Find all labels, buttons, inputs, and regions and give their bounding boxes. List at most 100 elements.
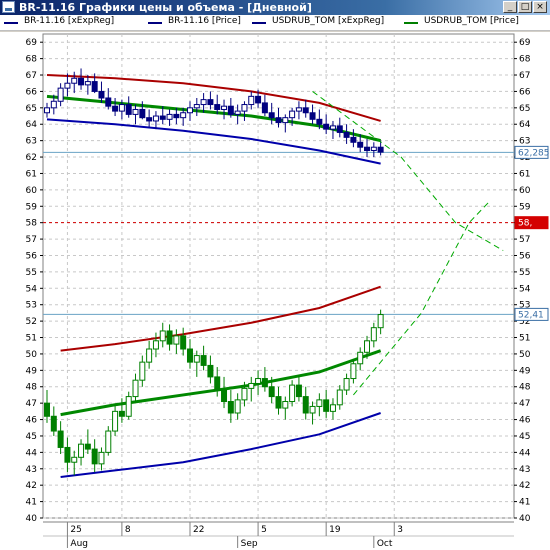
candle-body <box>227 401 234 414</box>
candle-body <box>166 330 173 345</box>
y-tick-label-left: 45 <box>26 432 37 442</box>
x-tick-label: 25 <box>70 525 81 535</box>
y-tick-label-left: 47 <box>26 399 37 409</box>
candle-body <box>370 146 377 151</box>
candle-body <box>357 141 364 148</box>
candle-body <box>118 104 125 112</box>
month-label: Sep <box>241 539 258 549</box>
candle-body <box>248 95 255 106</box>
candle-body <box>146 348 153 363</box>
candle-body <box>91 448 98 465</box>
chart-area[interactable]: 40 40 41 41 42 42 43 43 44 44 45 45 46 46 47 47 48 48 49 49… <box>0 32 550 550</box>
y-tick-label-right: 47 <box>519 399 530 409</box>
candle-body <box>57 87 64 102</box>
candle-body <box>343 378 350 391</box>
candle-body <box>105 430 112 453</box>
app-icon <box>2 1 15 13</box>
candle-body <box>364 340 371 353</box>
y-tick-label-left: 40 <box>26 514 38 524</box>
x-tick-label: 22 <box>193 525 204 535</box>
y-tick-label-right: 57 <box>519 235 530 245</box>
candle-body <box>64 82 71 89</box>
candle-body <box>118 410 125 417</box>
candle-body <box>173 113 180 119</box>
candle-body <box>139 108 146 119</box>
x-tick-label: 3 <box>397 525 403 535</box>
price-chart[interactable]: 40 40 41 41 42 42 43 43 44 44 45 45 46 46 47 47 48 48 49 49… <box>0 32 550 550</box>
y-tick-label-right: 50 <box>519 350 531 360</box>
candle-body <box>255 95 262 104</box>
candle-body <box>275 396 282 409</box>
title-bar: BR-11.16 Графики цены и объема - [Дневно… <box>0 0 550 15</box>
candle-body <box>159 115 166 120</box>
y-tick-label-left: 46 <box>26 416 38 426</box>
candle-body <box>91 81 98 92</box>
close-button[interactable]: × <box>533 1 547 13</box>
candle-body <box>180 335 187 350</box>
candle-body <box>336 389 343 406</box>
y-tick-label-left: 64 <box>26 120 38 130</box>
candle-body <box>248 382 255 389</box>
y-tick-label-right: 46 <box>519 416 531 426</box>
candle-body <box>261 378 268 388</box>
maximize-button[interactable]: □ <box>518 1 532 13</box>
candle-body <box>71 456 78 463</box>
y-tick-label-right: 67 <box>519 71 530 81</box>
y-tick-label-right: 65 <box>519 104 530 114</box>
y-tick-label-right: 51 <box>519 334 530 344</box>
y-tick-label-left: 50 <box>26 350 38 360</box>
y-tick-label-right: 56 <box>519 251 531 261</box>
y-tick-label-left: 55 <box>26 268 37 278</box>
candle-body <box>343 131 350 138</box>
y-tick-label-left: 52 <box>26 317 37 327</box>
y-tick-label-right: 44 <box>519 448 531 458</box>
price-tag-label: 62,285 <box>518 148 550 158</box>
candle-body <box>139 361 146 381</box>
candle-body <box>234 110 241 115</box>
candle-body <box>241 104 248 112</box>
price-tag-label: 58, <box>518 219 532 229</box>
y-tick-label-left: 69 <box>26 38 38 48</box>
candle-body <box>221 105 228 110</box>
y-tick-label-left: 42 <box>26 481 37 491</box>
y-tick-label-left: 60 <box>26 186 38 196</box>
price-tag-label: 52,41 <box>518 310 544 320</box>
y-tick-label-right: 64 <box>519 120 531 130</box>
candle-body <box>295 384 302 398</box>
candle-body <box>350 363 357 380</box>
y-tick-label-left: 56 <box>26 251 38 261</box>
candle-body <box>377 314 384 329</box>
candle-body <box>193 355 200 363</box>
candle-body <box>323 399 330 412</box>
candle-body <box>302 107 309 114</box>
candle-body <box>152 115 159 122</box>
candle-body <box>241 387 248 401</box>
candle-body <box>255 378 262 384</box>
y-tick-label-right: 45 <box>519 432 530 442</box>
y-tick-label-right: 42 <box>519 481 530 491</box>
candle-body <box>105 97 112 107</box>
y-tick-label-left: 57 <box>26 235 37 245</box>
candle-body <box>357 351 364 365</box>
candle-body <box>64 446 71 463</box>
y-tick-label-right: 41 <box>519 498 530 508</box>
y-tick-label-left: 48 <box>26 383 38 393</box>
legend-swatch <box>4 22 18 24</box>
candle-body <box>193 104 200 109</box>
y-tick-label-right: 60 <box>519 186 531 196</box>
y-tick-label-right: 69 <box>519 38 531 48</box>
candle-body <box>146 117 153 122</box>
candle-body <box>323 123 330 130</box>
y-tick-label-left: 62 <box>26 153 37 163</box>
candle-body <box>377 146 384 153</box>
candle-body <box>295 107 302 112</box>
y-tick-label-left: 66 <box>26 87 38 97</box>
candle-body <box>329 125 336 130</box>
y-tick-label-right: 40 <box>519 514 531 524</box>
candle-body <box>166 113 173 120</box>
candle-body <box>112 105 119 112</box>
candle-body <box>221 389 228 403</box>
minimize-button[interactable]: _ <box>503 1 517 13</box>
y-tick-label-left: 51 <box>26 334 37 344</box>
candle-body <box>261 102 268 114</box>
